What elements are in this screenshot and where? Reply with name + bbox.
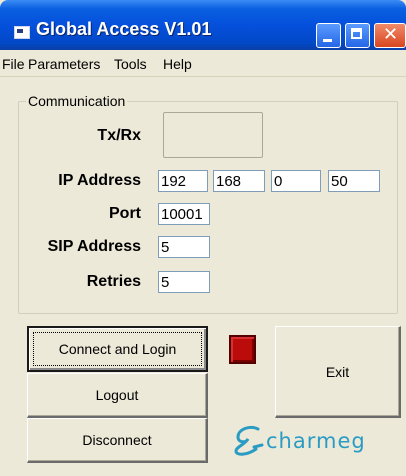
logout-button[interactable]: Logout	[27, 373, 208, 418]
disconnect-button[interactable]: Disconnect	[27, 418, 208, 463]
menu-bar: File Parameters Tools Help	[0, 50, 406, 77]
charmeg-logo: charmeg	[232, 423, 402, 459]
focus-ring	[33, 332, 202, 366]
communication-group-label: Communication	[26, 93, 128, 109]
menu-file[interactable]: File	[2, 56, 25, 72]
retries-input[interactable]	[158, 271, 210, 293]
disconnect-label: Disconnect	[82, 432, 152, 448]
sip-address-label: SIP Address	[47, 238, 141, 255]
window-title: Global Access V1.01	[36, 19, 212, 39]
port-input[interactable]	[158, 203, 210, 225]
ip-octet-1-input[interactable]	[158, 170, 208, 192]
retries-label: Retries	[86, 273, 141, 290]
ip-octet-4-input[interactable]	[328, 170, 380, 192]
ip-octet-3-input[interactable]	[271, 170, 321, 192]
txrx-label: Tx/Rx	[97, 127, 141, 144]
ip-octet-2-input[interactable]	[213, 170, 265, 192]
menu-tools[interactable]: Tools	[114, 56, 147, 72]
maximize-button[interactable]	[345, 23, 370, 48]
close-button[interactable]	[374, 23, 406, 48]
exit-button[interactable]: Exit	[275, 326, 401, 418]
minimize-button[interactable]	[316, 23, 341, 48]
title-bar[interactable]: Global Access V1.01	[0, 0, 406, 50]
connection-status-led	[229, 335, 256, 364]
txrx-indicator	[163, 112, 263, 158]
exit-label: Exit	[325, 364, 350, 380]
port-label: Port	[109, 205, 141, 222]
connect-and-login-button[interactable]: Connect and Login	[27, 326, 208, 372]
ip-address-label: IP Address	[58, 172, 141, 189]
logout-label: Logout	[95, 387, 139, 403]
app-icon[interactable]	[14, 26, 30, 39]
app-window: Global Access V1.01 File Parameters Tool…	[0, 0, 406, 476]
charmeg-logo-mark	[234, 425, 264, 456]
menu-help[interactable]: Help	[163, 56, 192, 72]
menu-parameters[interactable]: Parameters	[28, 56, 100, 72]
charmeg-logo-text: charmeg	[266, 429, 366, 453]
sip-address-input[interactable]	[158, 236, 210, 258]
